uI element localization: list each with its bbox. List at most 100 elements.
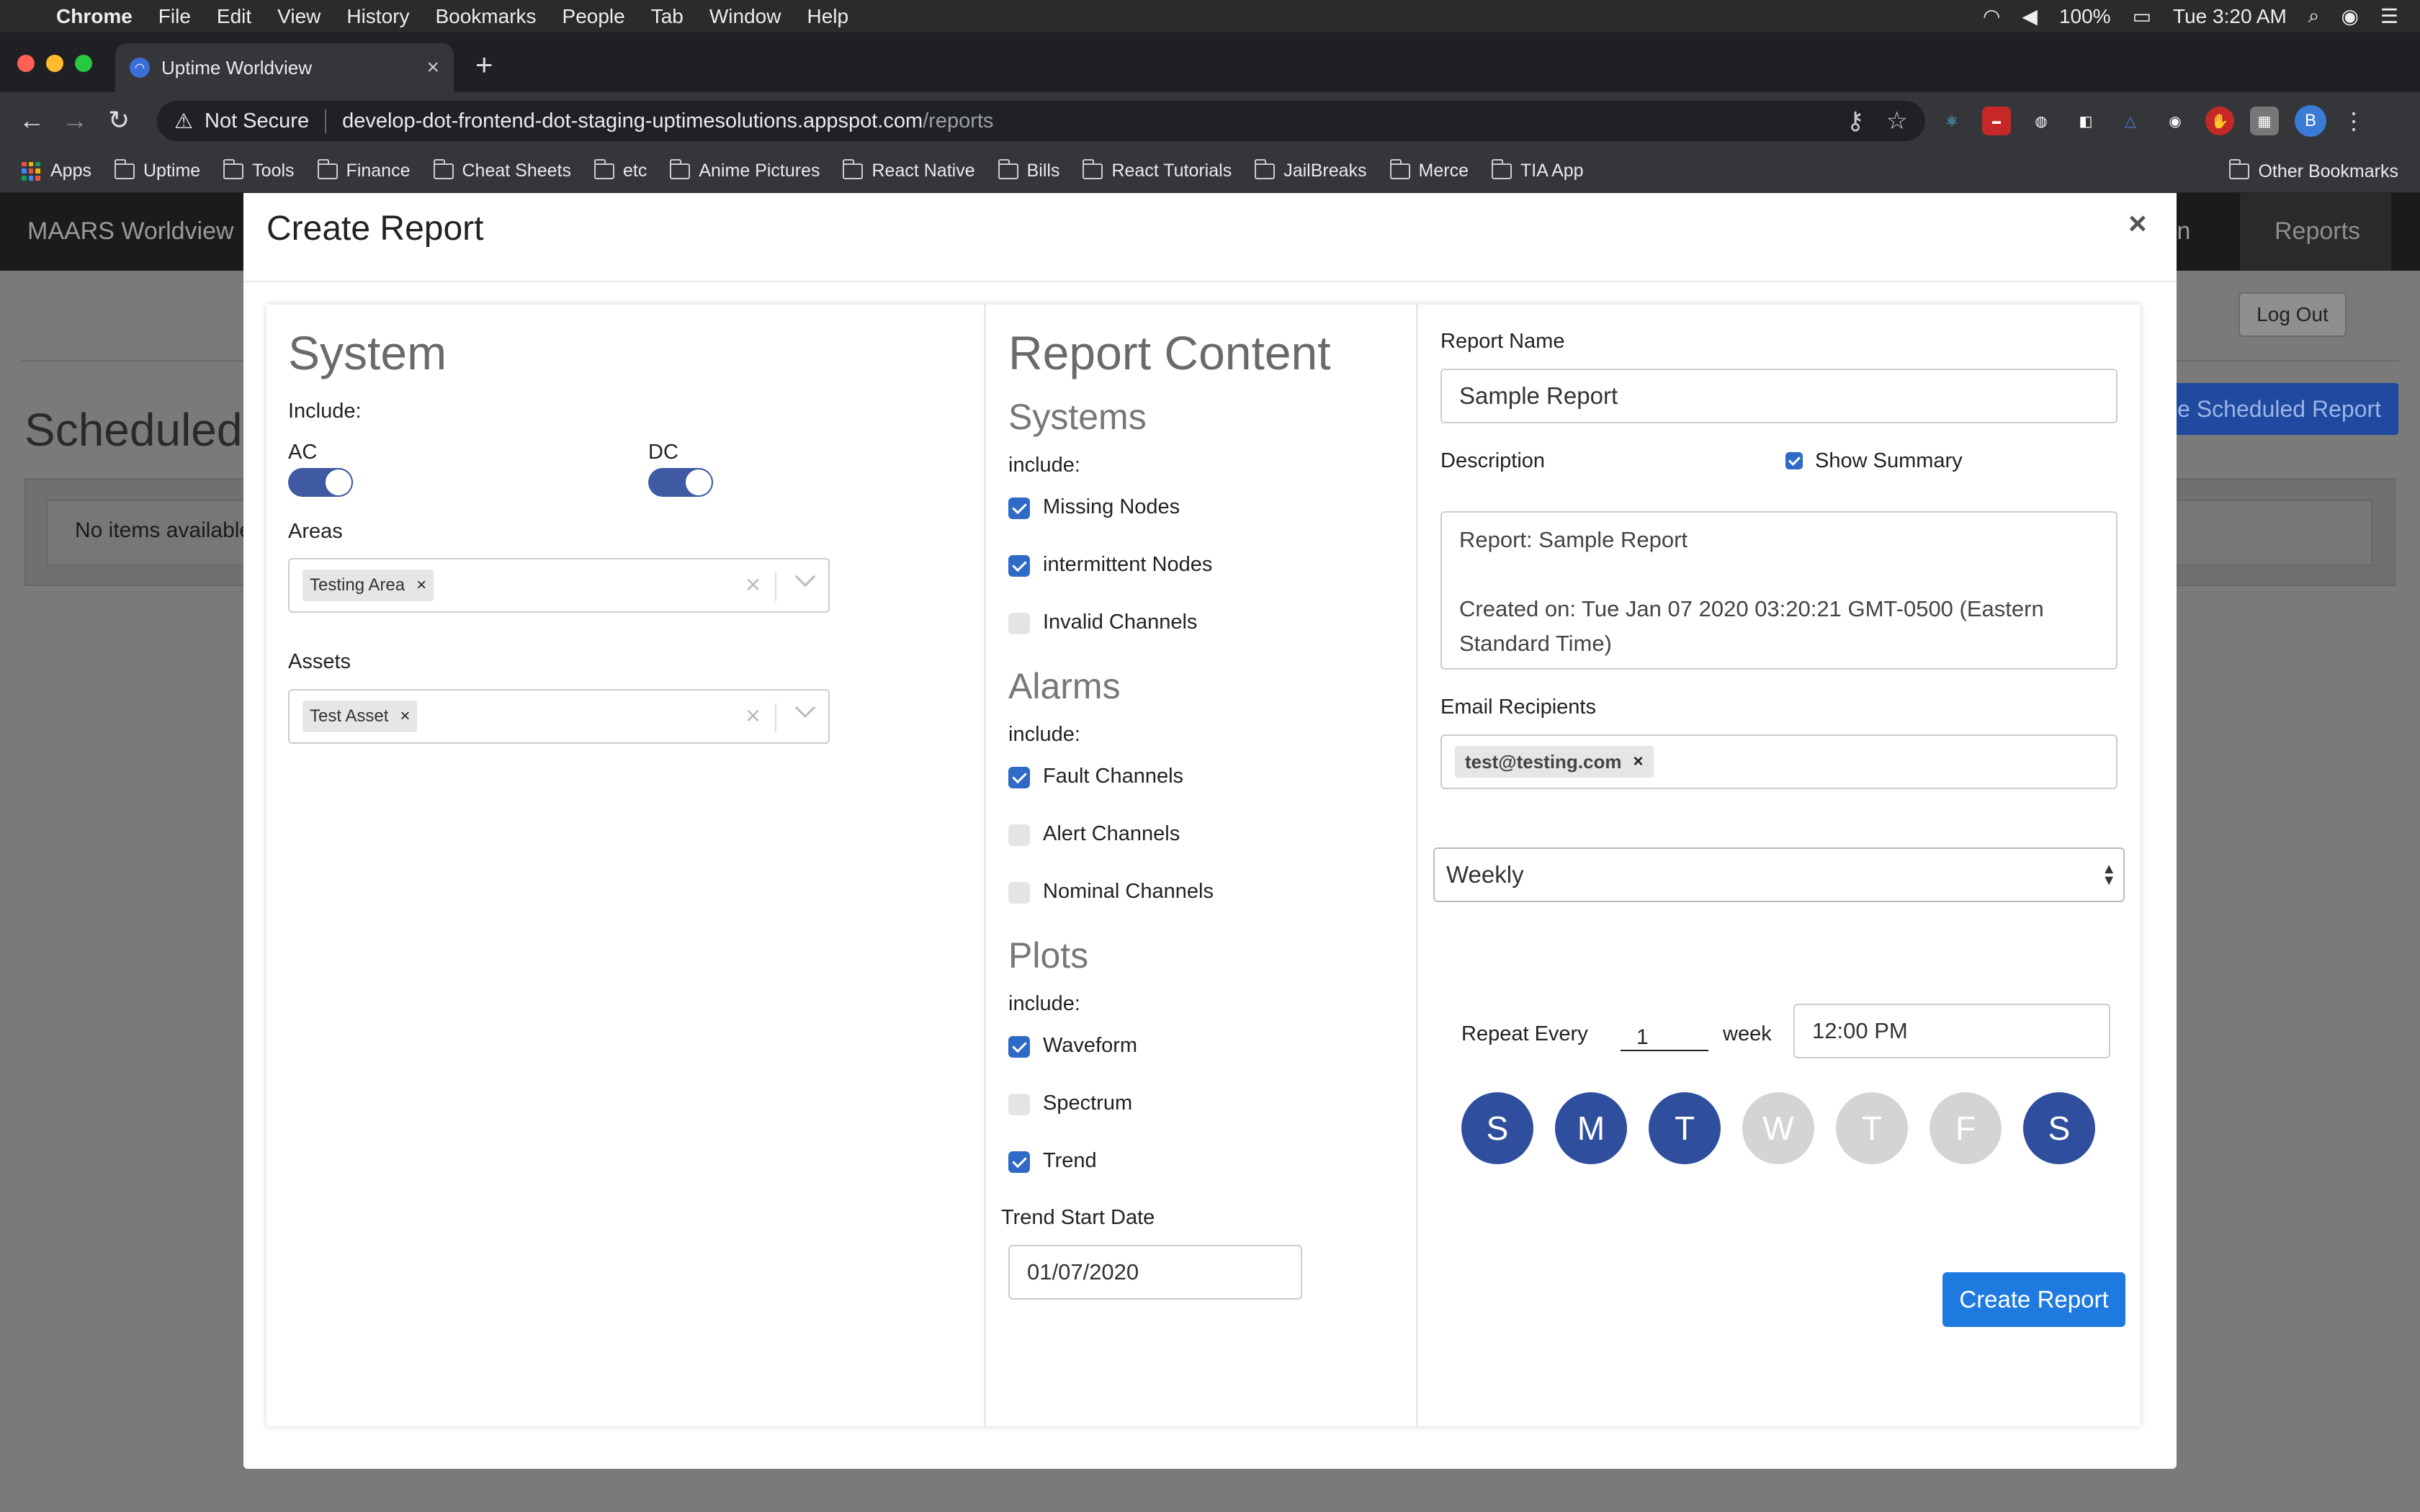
new-tab-icon[interactable]: + [475,48,493,82]
trend-checkbox[interactable] [1008,1151,1030,1173]
menu-history[interactable]: History [333,5,422,28]
clear-icon[interactable]: × [745,570,761,600]
other-bookmarks[interactable]: Other Bookmarks [2229,150,2398,193]
extension-triangle-icon[interactable]: △ [2116,107,2145,135]
bookmark-folder[interactable]: React Tutorials [1083,158,1232,181]
nominal-channels-checkbox[interactable] [1008,882,1030,904]
show-summary-checkbox[interactable] [1785,452,1803,469]
profile-avatar[interactable]: B [2295,105,2326,137]
warning-icon[interactable]: ⚠ [174,109,193,134]
bookmark-folder[interactable]: Merce [1389,158,1469,181]
react-devtools-icon[interactable]: ⚛ [1937,107,1966,135]
day-friday[interactable]: F [1930,1092,2002,1164]
volume-icon[interactable]: ◀ [2022,4,2038,28]
spotlight-icon[interactable]: ⌕ [2308,4,2320,28]
repeat-interval-input[interactable]: 1 [1621,1018,1708,1051]
bookmark-folder[interactable]: Tools [223,158,295,181]
bookmark-label: Tools [252,161,295,181]
window-minimize-icon[interactable] [46,55,63,72]
email-recipients-input[interactable]: test@testing.com × [1440,734,2118,789]
waveform-checkbox[interactable] [1008,1036,1030,1058]
wifi-icon[interactable]: ◠ [1983,4,2000,28]
assets-select[interactable]: Test Asset × × [288,689,830,744]
chevron-down-icon[interactable] [794,697,816,719]
day-saturday[interactable]: S [2023,1092,2095,1164]
window-close-icon[interactable] [17,55,35,72]
day-sunday[interactable]: S [1461,1092,1533,1164]
security-label[interactable]: Not Secure [205,109,327,133]
forward-icon[interactable]: → [62,105,88,135]
eye-extension-icon[interactable]: ◉ [2161,107,2190,135]
bookmark-folder[interactable]: JailBreaks [1255,158,1367,181]
dc-toggle[interactable] [648,468,713,497]
bookmark-folder[interactable]: Uptime [114,158,200,181]
chip-remove-icon[interactable]: × [400,706,410,726]
day-monday[interactable]: M [1555,1092,1627,1164]
ac-toggle[interactable] [288,468,353,497]
cors-extension-icon[interactable]: ▬ [1982,107,2011,135]
clear-icon[interactable]: × [745,701,761,731]
menu-edit[interactable]: Edit [204,5,264,28]
trend-start-date-input[interactable]: 01/07/2020 [1008,1245,1302,1300]
report-name-input[interactable]: Sample Report [1440,369,2118,423]
stop-extension-icon[interactable]: ✋ [2205,107,2234,135]
extension-icon[interactable]: ◧ [2071,107,2100,135]
extension-icon[interactable]: ◍ [2027,107,2056,135]
tab-close-icon[interactable]: × [426,55,439,80]
spectrum-checkbox[interactable] [1008,1094,1030,1115]
bookmark-folder[interactable]: Anime Pictures [670,158,820,181]
window-zoom-icon[interactable] [75,55,92,72]
description-textarea[interactable]: Report: Sample Report Created on: Tue Ja… [1440,511,2118,670]
day-thursday[interactable]: T [1836,1092,1908,1164]
alert-channels-checkbox[interactable] [1008,824,1030,846]
address-bar[interactable]: ⚠ Not Secure develop-dot-frontend-dot-st… [157,101,1925,141]
reload-icon[interactable]: ↻ [108,105,130,135]
menu-view[interactable]: View [264,5,333,28]
bookmark-folder[interactable]: React Native [843,158,975,181]
close-icon[interactable]: × [2128,206,2147,242]
areas-select[interactable]: Testing Area × × [288,558,830,613]
invalid-channels-checkbox[interactable] [1008,613,1030,634]
clock[interactable]: Tue 3:20 AM [2173,5,2287,28]
app-brand[interactable]: MAARS Worldview [27,217,234,246]
apps-grid-icon [22,161,40,181]
battery-percent[interactable]: 100% [2059,5,2111,28]
chip-remove-icon[interactable]: × [416,575,426,595]
bookmark-folder[interactable]: TIA App [1492,158,1584,181]
missing-nodes-checkbox[interactable] [1008,498,1030,519]
chevron-down-icon[interactable] [794,566,816,588]
logout-button[interactable]: Log Out [2238,292,2347,337]
menu-bookmarks[interactable]: Bookmarks [422,5,549,28]
key-icon[interactable]: ⚷ [1847,107,1865,135]
day-wednesday[interactable]: W [1742,1092,1814,1164]
chrome-menu-icon[interactable]: ⋮ [2342,107,2365,135]
time-input[interactable]: 12:00 PM [1793,1004,2110,1058]
extension-icon[interactable]: ▦ [2250,107,2279,135]
menu-people[interactable]: People [550,5,638,28]
siri-icon[interactable]: ◉ [2341,4,2358,28]
chip-remove-icon[interactable]: × [1634,752,1644,772]
battery-icon[interactable]: ▭ [2133,4,2151,28]
bookmark-folder[interactable]: Cheat Sheets [433,158,571,181]
menu-window[interactable]: Window [696,5,794,28]
create-report-button[interactable]: Create Report [1942,1272,2125,1327]
intermittent-nodes-checkbox[interactable] [1008,555,1030,577]
bookmark-apps[interactable]: Apps [22,161,91,181]
bookmark-star-icon[interactable]: ☆ [1886,107,1908,135]
fault-channels-checkbox[interactable] [1008,767,1030,788]
browser-tab[interactable]: ◠ Uptime Worldview × [115,43,454,92]
bookmark-folder[interactable]: Finance [317,158,411,181]
menu-help[interactable]: Help [794,5,861,28]
menu-app-name[interactable]: Chrome [43,5,145,28]
frequency-select[interactable]: Weekly ▲ ▼ [1433,847,2125,902]
nav-item-reports[interactable]: Reports [2275,217,2360,246]
menu-file[interactable]: File [145,5,204,28]
bookmark-folder[interactable]: Bills [998,158,1059,181]
create-scheduled-report-button[interactable]: e Scheduled Report [2161,383,2398,435]
bookmark-folder[interactable]: etc [594,158,647,181]
report-name-label: Report Name [1440,330,1565,353]
back-icon[interactable]: ← [19,105,45,135]
menu-tab[interactable]: Tab [638,5,696,28]
day-tuesday[interactable]: T [1649,1092,1721,1164]
notification-center-icon[interactable]: ☰ [2380,4,2398,28]
